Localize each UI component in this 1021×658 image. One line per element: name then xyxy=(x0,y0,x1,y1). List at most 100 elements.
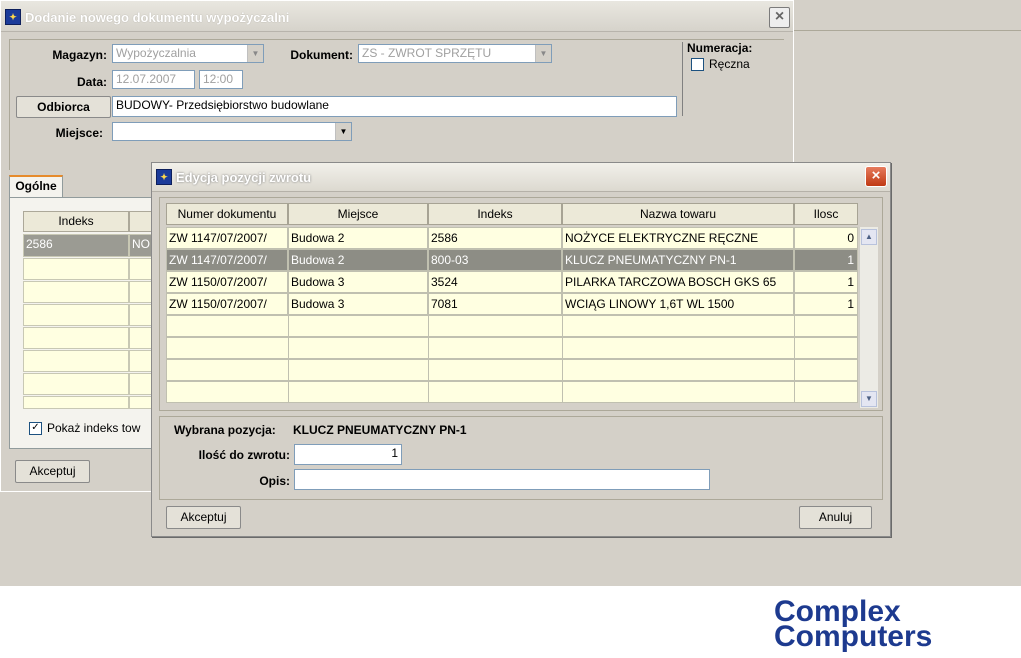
table-cell-numer[interactable]: ZW 1150/07/2007/ xyxy=(166,271,288,293)
table-cell-numer[interactable]: ZW 1147/07/2007/ xyxy=(166,227,288,249)
grid-empty-row[interactable] xyxy=(23,281,129,303)
dialog-close-button[interactable]: × xyxy=(865,166,887,187)
table-cell-miejsce[interactable]: Budowa 3 xyxy=(288,293,428,315)
dialog-accept-button[interactable]: Akceptuj xyxy=(166,506,241,529)
numeracja-label: Numeracja: xyxy=(687,41,753,55)
table-cell-miejsce[interactable]: Budowa 2 xyxy=(288,227,428,249)
grid-empty-row[interactable] xyxy=(129,327,153,349)
divider xyxy=(428,315,429,403)
date-field[interactable]: 12.07.2007 xyxy=(112,70,195,89)
table-empty-row[interactable] xyxy=(166,337,858,359)
table-cell-indeks[interactable]: 2586 xyxy=(428,227,562,249)
checkmark-icon: ✓ xyxy=(31,422,40,433)
vertical-scrollbar[interactable]: ▲ ▼ xyxy=(859,227,878,408)
grid-empty-row[interactable] xyxy=(23,396,129,409)
grid-empty-row[interactable] xyxy=(23,327,129,349)
logo-line2: Computers xyxy=(774,620,932,653)
table-empty-row[interactable] xyxy=(166,381,858,403)
divider xyxy=(562,315,563,403)
time-field[interactable]: 12:00 xyxy=(199,70,243,89)
reczna-label: Ręczna xyxy=(709,57,750,71)
table-cell-nazwa[interactable]: WCIĄG LINOWY 1,6T WL 1500 xyxy=(562,293,794,315)
grid-header-col2[interactable] xyxy=(129,211,153,232)
close-icon: × xyxy=(774,8,785,25)
dialog-title: Edycja pozycji zwrotu xyxy=(176,170,312,185)
opis-label: Opis: xyxy=(259,474,290,488)
table-cell-miejsce[interactable]: Budowa 3 xyxy=(288,271,428,293)
dialog-cancel-button[interactable]: Anuluj xyxy=(799,506,872,529)
table-cell-ilosc[interactable]: 1 xyxy=(794,271,858,293)
table-cell-numer[interactable]: ZW 1147/07/2007/ xyxy=(166,249,288,271)
reczna-checkbox[interactable] xyxy=(691,58,704,71)
table-empty-row[interactable] xyxy=(166,315,858,337)
company-logo-svg: Complex Computers xyxy=(774,595,932,653)
selected-value: KLUCZ PNEUMATYCZNY PN-1 xyxy=(293,423,467,437)
miejsce-select[interactable]: ▼ xyxy=(112,122,352,141)
table-empty-row[interactable] xyxy=(166,359,858,381)
grid-empty-row[interactable] xyxy=(129,258,153,280)
grid-empty-row[interactable] xyxy=(23,350,129,372)
dropdown-arrow-icon: ▼ xyxy=(535,45,551,62)
grid-empty-row[interactable] xyxy=(129,281,153,303)
table-cell-nazwa[interactable]: PILARKA TARCZOWA BOSCH GKS 65 xyxy=(562,271,794,293)
table-cell-ilosc[interactable]: 1 xyxy=(794,249,858,271)
ilosc-field[interactable]: 1 xyxy=(294,444,402,465)
column-header-ilosc[interactable]: Ilosc xyxy=(794,203,858,225)
table-cell-nazwa[interactable]: NOŻYCE ELEKTRYCZNE RĘCZNE xyxy=(562,227,794,249)
grid-header-indeks[interactable]: Indeks xyxy=(23,211,129,232)
grid-row-indeks[interactable]: 2586 xyxy=(23,234,129,257)
tab-ogolne[interactable]: Ogólne xyxy=(9,175,63,197)
dokument-value: ZS - ZWROT SPRZĘTU xyxy=(362,46,492,60)
grid-empty-row[interactable] xyxy=(23,373,129,395)
ilosc-label: Ilość do zwrotu: xyxy=(198,448,290,462)
table-cell-indeks[interactable]: 7081 xyxy=(428,293,562,315)
magazyn-label: Magazyn: xyxy=(52,48,107,62)
magazyn-value: Wypożyczalnia xyxy=(116,46,196,60)
edit-dialog: ✦ Edycja pozycji zwrotu × Numer dokument… xyxy=(151,162,891,537)
grid-empty-row[interactable] xyxy=(129,396,153,409)
grid-empty-row[interactable] xyxy=(129,304,153,326)
close-icon: × xyxy=(871,167,881,184)
main-accept-button[interactable]: Akceptuj xyxy=(15,460,90,483)
table-cell-ilosc[interactable]: 0 xyxy=(794,227,858,249)
scroll-down-icon[interactable]: ▼ xyxy=(861,391,877,407)
dialog-titlebar: ✦ Edycja pozycji zwrotu × xyxy=(152,163,890,192)
table-cell-nazwa[interactable]: KLUCZ PNEUMATYCZNY PN-1 xyxy=(562,249,794,271)
app-icon: ✦ xyxy=(156,169,172,185)
grid-empty-row[interactable] xyxy=(129,350,153,372)
grid-empty-row[interactable] xyxy=(23,304,129,326)
scroll-up-icon[interactable]: ▲ xyxy=(861,229,877,245)
data-label: Data: xyxy=(76,75,107,89)
main-window-titlebar: ✦ Dodanie nowego dokumentu wypożyczalni … xyxy=(1,1,793,32)
column-header-miejsce[interactable]: Miejsce xyxy=(288,203,428,225)
grid-empty-row[interactable] xyxy=(129,373,153,395)
miejsce-label: Miejsce: xyxy=(55,126,103,140)
odbiorca-field[interactable]: BUDOWY- Przedsiębiorstwo budowlane xyxy=(112,96,677,117)
table-cell-ilosc[interactable]: 1 xyxy=(794,293,858,315)
column-header-nazwa[interactable]: Nazwa towaru xyxy=(562,203,794,225)
table-cell-numer[interactable]: ZW 1150/07/2007/ xyxy=(166,293,288,315)
main-close-button[interactable]: × xyxy=(769,7,790,28)
show-index-checkbox[interactable]: ✓ xyxy=(29,422,42,435)
main-window-title: Dodanie nowego dokumentu wypożyczalni xyxy=(25,10,290,25)
grid-row-col2[interactable]: NO xyxy=(129,234,153,257)
divider xyxy=(794,30,1021,31)
table-cell-miejsce[interactable]: Budowa 2 xyxy=(288,249,428,271)
table-cell-indeks[interactable]: 800-03 xyxy=(428,249,562,271)
magazyn-select[interactable]: Wypożyczalnia ▼ xyxy=(112,44,264,63)
grid-empty-row[interactable] xyxy=(23,258,129,280)
column-header-indeks[interactable]: Indeks xyxy=(428,203,562,225)
divider xyxy=(682,42,683,116)
dokument-select[interactable]: ZS - ZWROT SPRZĘTU ▼ xyxy=(358,44,552,63)
app-icon: ✦ xyxy=(5,9,21,25)
company-logo: Complex Computers xyxy=(770,594,1020,654)
dropdown-arrow-icon: ▼ xyxy=(335,123,351,140)
dropdown-arrow-icon: ▼ xyxy=(247,45,263,62)
table-cell-indeks[interactable]: 3524 xyxy=(428,271,562,293)
odbiorca-button[interactable]: Odbiorca xyxy=(16,96,111,118)
column-header-numer[interactable]: Numer dokumentu xyxy=(166,203,288,225)
opis-field[interactable] xyxy=(294,469,710,490)
selected-label: Wybrana pozycja: xyxy=(174,423,276,437)
divider xyxy=(288,315,289,403)
divider xyxy=(794,315,795,403)
